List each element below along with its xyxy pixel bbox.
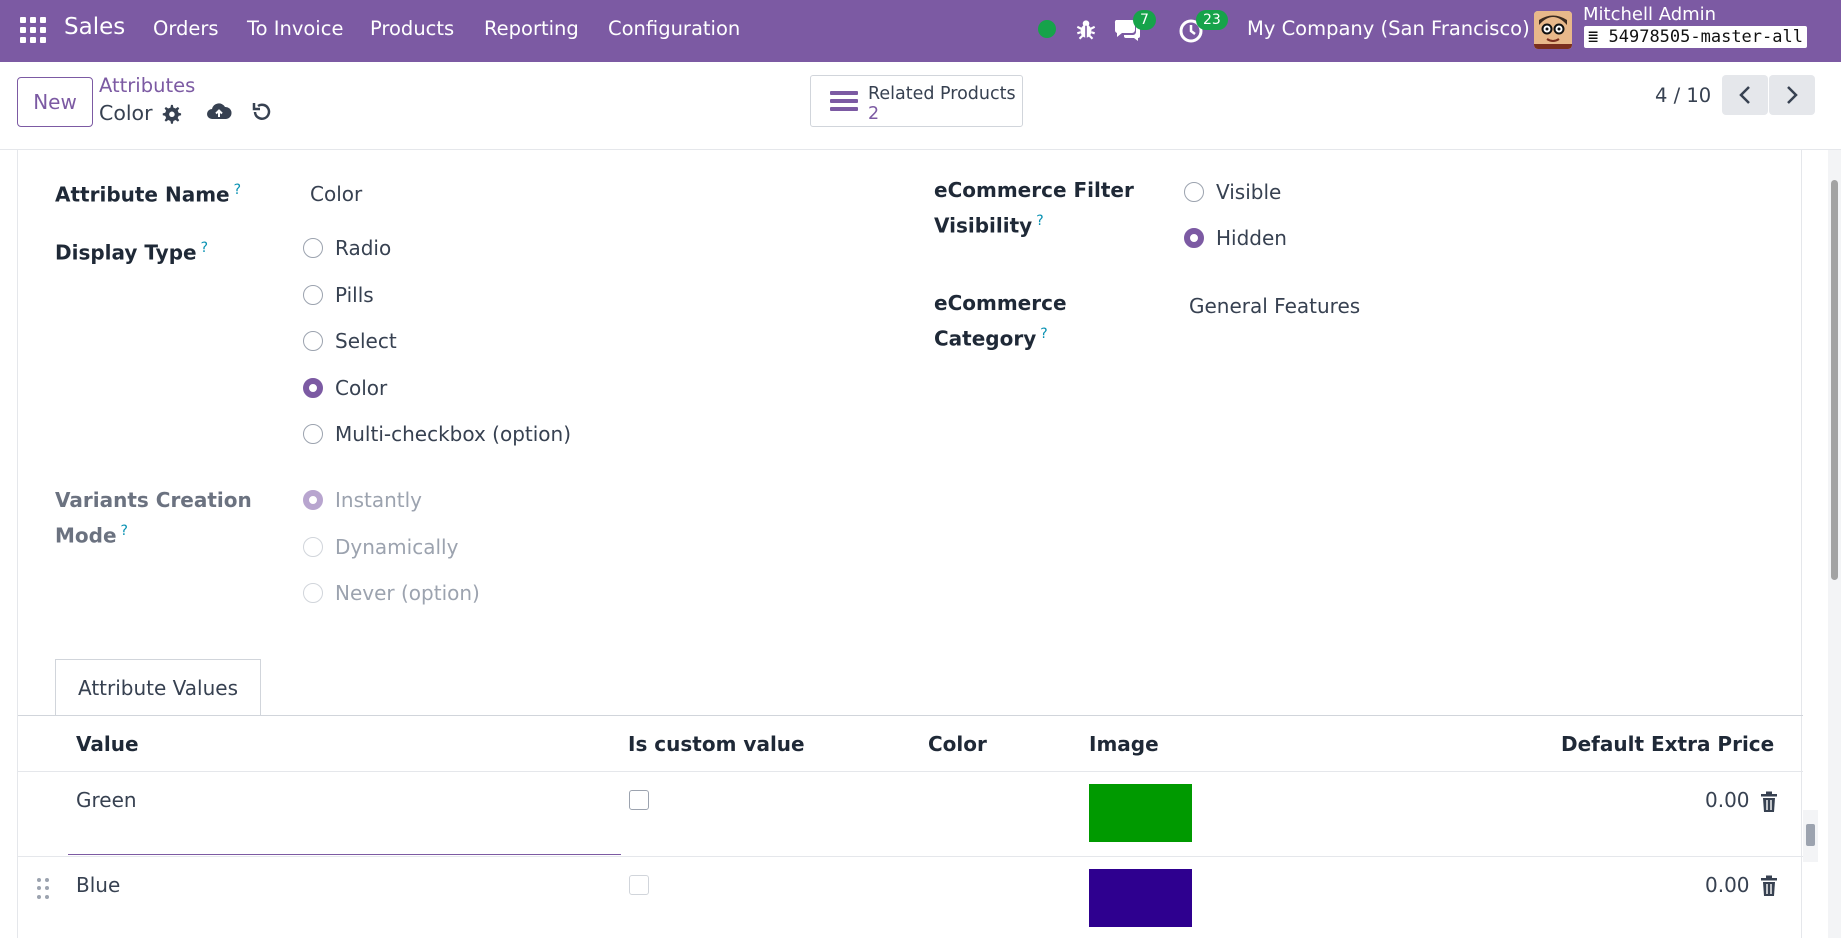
ecommerce-category-input[interactable]: General Features: [1189, 294, 1360, 318]
activity-count-badge: 23: [1196, 10, 1228, 30]
app-grid-icon[interactable]: [20, 17, 46, 43]
menu-orders[interactable]: Orders: [153, 17, 219, 40]
custom-value-checkbox[interactable]: [629, 790, 649, 810]
radio-icon: [1184, 182, 1204, 202]
control-panel: New Attributes Color Related Products 2 …: [0, 62, 1841, 150]
column-image[interactable]: Image: [1089, 732, 1159, 756]
pager-next-button[interactable]: [1769, 75, 1815, 115]
attribute-name-label: Attribute Name?: [55, 182, 242, 207]
radio-icon: [303, 331, 323, 351]
menu-to-invoice[interactable]: To Invoice: [247, 17, 343, 40]
pager-previous-button[interactable]: [1722, 75, 1768, 115]
column-color[interactable]: Color: [928, 732, 987, 756]
display-type-select[interactable]: Select: [303, 329, 397, 353]
gear-icon[interactable]: [160, 103, 182, 125]
help-icon[interactable]: ?: [121, 523, 128, 539]
top-navbar: Sales Orders To Invoice Products Reporti…: [0, 0, 1841, 62]
attribute-name-input[interactable]: Color: [310, 182, 362, 206]
trash-icon[interactable]: [1759, 875, 1779, 897]
page-scrollbar[interactable]: [1828, 150, 1841, 938]
related-products-count: 2: [868, 104, 880, 124]
user-name[interactable]: Mitchell Admin: [1583, 4, 1716, 25]
debug-bug-icon[interactable]: [1073, 16, 1099, 42]
menu-reporting[interactable]: Reporting: [484, 17, 579, 40]
related-products-button[interactable]: Related Products 2: [810, 75, 1023, 127]
row-value-blue[interactable]: Blue: [76, 873, 120, 897]
row-price-blue[interactable]: 0.00: [1705, 873, 1750, 897]
database-icon: ≣: [1588, 27, 1599, 47]
database-name-label: 54978505-master-all: [1608, 27, 1803, 47]
pager-value[interactable]: 4 / 10: [1655, 84, 1711, 107]
inner-scrollbar[interactable]: [1803, 810, 1818, 862]
trash-icon[interactable]: [1759, 791, 1779, 813]
display-type-radio[interactable]: Radio: [303, 236, 391, 260]
radio-icon: [303, 424, 323, 444]
radio-checked-icon: [1184, 228, 1204, 248]
user-avatar[interactable]: [1534, 11, 1572, 49]
variants-creation-mode-label: Variants Creation Mode?: [55, 488, 252, 548]
drag-handle-icon[interactable]: [37, 878, 51, 900]
related-products-label: Related Products: [868, 84, 1016, 104]
radio-icon: [303, 537, 323, 557]
help-icon[interactable]: ?: [234, 182, 241, 198]
radio-icon: [303, 285, 323, 305]
visibility-hidden[interactable]: Hidden: [1184, 226, 1287, 250]
edit-underline: [68, 854, 621, 855]
chevron-right-icon: [1787, 86, 1798, 104]
breadcrumb-attributes[interactable]: Attributes: [99, 74, 195, 97]
radio-checked-icon: [303, 490, 323, 510]
radio-icon: [303, 583, 323, 603]
tab-attribute-values[interactable]: Attribute Values: [55, 659, 261, 716]
image-swatch-blue[interactable]: [1089, 869, 1192, 927]
row-value-green[interactable]: Green: [76, 788, 137, 812]
visibility-visible[interactable]: Visible: [1184, 180, 1281, 204]
scrollbar-thumb[interactable]: [1831, 180, 1838, 580]
menu-products[interactable]: Products: [370, 17, 454, 40]
form-sheet: Attribute Name? Color Display Type? Radi…: [17, 150, 1818, 938]
radio-checked-icon: [303, 378, 323, 398]
breadcrumb-current: Color: [99, 101, 153, 125]
row-divider: [18, 856, 1803, 857]
custom-value-checkbox[interactable]: [629, 875, 649, 895]
help-icon[interactable]: ?: [201, 240, 208, 256]
display-type-label: Display Type?: [55, 240, 209, 265]
header-divider: [18, 771, 1803, 772]
radio-icon: [303, 238, 323, 258]
help-icon[interactable]: ?: [1036, 213, 1043, 229]
discard-icon[interactable]: [250, 100, 274, 124]
messages-count-badge: 7: [1133, 10, 1156, 30]
column-value[interactable]: Value: [76, 732, 139, 756]
help-icon[interactable]: ?: [1040, 326, 1047, 342]
list-icon: [830, 91, 858, 111]
online-status-icon: [1038, 20, 1056, 38]
tab-divider: [18, 715, 1803, 716]
database-name: ≣ 54978505-master-all: [1584, 26, 1807, 48]
app-brand[interactable]: Sales: [64, 14, 125, 40]
save-cloud-icon[interactable]: [206, 99, 232, 125]
variants-never: Never (option): [303, 581, 480, 605]
column-is-custom-value[interactable]: Is custom value: [628, 732, 805, 756]
variants-dynamically: Dynamically: [303, 535, 458, 559]
ecommerce-category-label: eCommerce Category?: [934, 291, 1067, 351]
display-type-multi-checkbox[interactable]: Multi-checkbox (option): [303, 422, 571, 446]
image-swatch-green[interactable]: [1089, 784, 1192, 842]
row-price-green[interactable]: 0.00: [1705, 788, 1750, 812]
display-type-pills[interactable]: Pills: [303, 283, 374, 307]
company-switcher[interactable]: My Company (San Francisco): [1247, 17, 1530, 40]
chevron-left-icon: [1739, 86, 1750, 104]
filter-visibility-label: eCommerce Filter Visibility?: [934, 178, 1134, 238]
display-type-color[interactable]: Color: [303, 376, 387, 400]
menu-configuration[interactable]: Configuration: [608, 17, 740, 40]
variants-instantly: Instantly: [303, 488, 422, 512]
column-default-extra-price[interactable]: Default Extra Price: [1561, 732, 1774, 756]
new-button[interactable]: New: [17, 77, 93, 127]
